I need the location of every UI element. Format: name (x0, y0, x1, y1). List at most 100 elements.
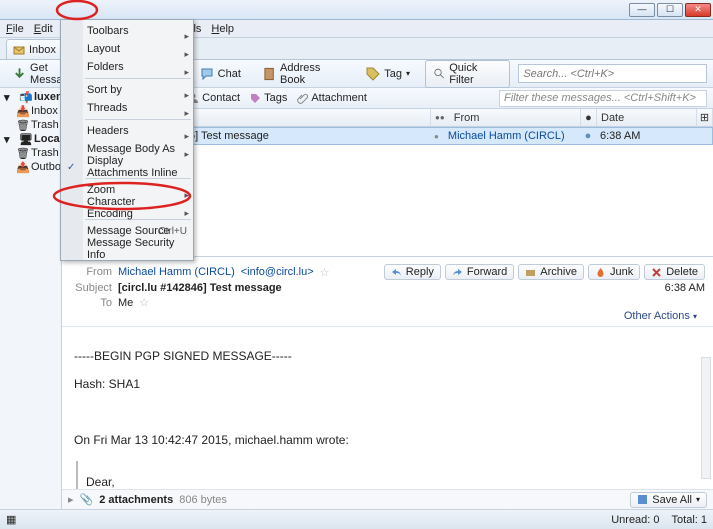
junk-label: Junk (610, 266, 633, 278)
menu-layout[interactable]: Layout (61, 40, 193, 58)
menu-label: Message Body As (87, 143, 175, 155)
folder-inbox[interactable]: 📥 Inbox (2, 104, 59, 118)
row-date: 6:38 AM (600, 130, 640, 142)
menu-threads[interactable]: Threads (61, 99, 193, 117)
tag-icon (250, 93, 261, 104)
preview-header: From Michael Hamm (CIRCL) <info@circl.lu… (62, 257, 713, 327)
magnify-icon (434, 68, 445, 80)
save-all-button[interactable]: Save All ▾ (630, 492, 707, 508)
trash-icon: 🗑 (16, 147, 28, 159)
forward-icon (452, 267, 463, 278)
filter-input[interactable]: Filter these messages... <Ctrl+Shift+K> (499, 90, 707, 107)
trash-label: Trash (31, 119, 59, 131)
date-column[interactable]: Date (597, 109, 697, 126)
folder-trash[interactable]: 🗑 Trash (2, 118, 59, 132)
menu-headers[interactable]: Headers (61, 122, 193, 140)
activity-icon[interactable]: ▦ (6, 513, 16, 526)
read-dot-icon[interactable]: ● (585, 130, 592, 142)
preview-pane: From Michael Hamm (CIRCL) <info@circl.lu… (62, 256, 713, 509)
filter-placeholder: Filter these messages... <Ctrl+Shift+K> (504, 92, 696, 104)
from-col-label: From (454, 112, 480, 124)
folder-outbox[interactable]: 📤 Outbox (2, 160, 59, 174)
menu-file[interactable]: File (6, 23, 24, 35)
window-controls: — ☐ ✕ (629, 3, 711, 17)
menu-help[interactable]: Help (211, 23, 234, 35)
menu-label: Threads (87, 102, 127, 114)
chevron-down-icon: ▾ (696, 495, 700, 504)
archive-button[interactable]: Archive (518, 264, 584, 280)
star-outline-icon[interactable]: ☆ (320, 266, 330, 279)
to-label: To (70, 297, 112, 309)
from-address[interactable]: <info@circl.lu> (241, 266, 314, 278)
folder-pane: ▾ 📬 luxembourg 📥 Inbox 🗑 Trash ▾ 🖥 Local… (0, 88, 62, 509)
from-name[interactable]: Michael Hamm (CIRCL) (118, 266, 235, 278)
fire-icon (595, 267, 606, 278)
menu-label: Display Attachments Inline (87, 155, 179, 179)
column-picker[interactable]: ⊞ (697, 109, 713, 126)
other-actions-button[interactable]: Other Actions ▾ (70, 310, 705, 322)
window-titlebar: — ☐ ✕ (0, 0, 713, 20)
menu-label: Sort by (87, 84, 122, 96)
inbox-label: Inbox (31, 105, 58, 117)
filter-attachment-label: Attachment (311, 92, 367, 104)
clip-icon (297, 93, 308, 104)
minimize-button[interactable]: — (629, 3, 655, 17)
menu-label: Message Security Info (87, 237, 179, 261)
body-line: Hash: SHA1 (74, 377, 701, 391)
account-label: luxembourg (34, 91, 62, 103)
inbox-icon (13, 44, 25, 56)
read-column[interactable]: ● (581, 109, 597, 126)
menu-label: Zoom (87, 184, 115, 196)
body-line: Dear, (86, 475, 701, 489)
search-input[interactable]: Search... <Ctrl+K> (518, 64, 707, 83)
address-label: Address Book (280, 62, 344, 86)
attachment-count[interactable]: 2 attachments (99, 494, 173, 506)
menu-charenc[interactable]: Character Encoding (61, 199, 193, 217)
x-icon (651, 267, 662, 278)
vertical-scrollbar[interactable] (701, 357, 711, 479)
folder-trash-local[interactable]: 🗑 Trash (2, 146, 59, 160)
attachment-bar: ▸ 📎 2 attachments 806 bytes Save All ▾ (62, 489, 713, 509)
delete-button[interactable]: Delete (644, 264, 705, 280)
reply-icon (391, 267, 402, 278)
from-label: From (70, 266, 112, 278)
tag-label: Tag (384, 68, 402, 80)
forward-button[interactable]: Forward (445, 264, 514, 280)
menu-toolbars[interactable]: Toolbars (61, 22, 193, 40)
preview-actions: Reply Forward Archive Junk Delete (384, 264, 705, 280)
quick-filter-button[interactable]: Quick Filter (425, 60, 510, 88)
menu-security-info[interactable]: Message Security Info (61, 240, 193, 258)
quick-filter-label: Quick Filter (449, 62, 501, 86)
chat-label: Chat (218, 68, 241, 80)
filter-attachment[interactable]: Attachment (297, 92, 367, 104)
chat-icon (200, 67, 214, 81)
outbox-icon: 📤 (16, 161, 28, 173)
status-unread: Unread: 0 (611, 514, 659, 526)
menu-edit[interactable]: Edit (34, 23, 53, 35)
filter-tags[interactable]: Tags (250, 92, 287, 104)
to-value[interactable]: Me (118, 297, 133, 309)
filter-tags-label: Tags (264, 92, 287, 104)
local-folders-row[interactable]: ▾ 🖥 Local Folders (2, 132, 59, 146)
address-book-button[interactable]: Address Book (256, 64, 351, 84)
body-line: -----BEGIN PGP SIGNED MESSAGE----- (74, 349, 701, 363)
other-actions-label: Other Actions (624, 310, 690, 322)
preview-date: 6:38 AM (665, 282, 705, 294)
status-bar: ▦ Unread: 0 Total: 1 (0, 509, 713, 529)
outbox-label: Outbox (31, 161, 62, 173)
expand-icon[interactable]: ▸ (68, 493, 74, 506)
menu-sortby[interactable]: Sort by (61, 81, 193, 99)
close-button[interactable]: ✕ (685, 3, 711, 17)
junk-button[interactable]: Junk (588, 264, 640, 280)
maximize-button[interactable]: ☐ (657, 3, 683, 17)
from-column[interactable]: ●● From (431, 109, 581, 126)
folder-icon: 🖥 (19, 133, 31, 145)
reply-button[interactable]: Reply (384, 264, 441, 280)
menu-folders[interactable]: Folders (61, 58, 193, 76)
star-outline-icon[interactable]: ☆ (139, 296, 149, 309)
tag-button[interactable]: Tag ▾ (359, 64, 417, 84)
menu-display-inline[interactable]: Display Attachments Inline (61, 158, 193, 176)
chat-button[interactable]: Chat (193, 64, 248, 84)
account-row[interactable]: ▾ 📬 luxembourg (2, 90, 59, 104)
filter-contact[interactable]: Contact (188, 92, 240, 104)
